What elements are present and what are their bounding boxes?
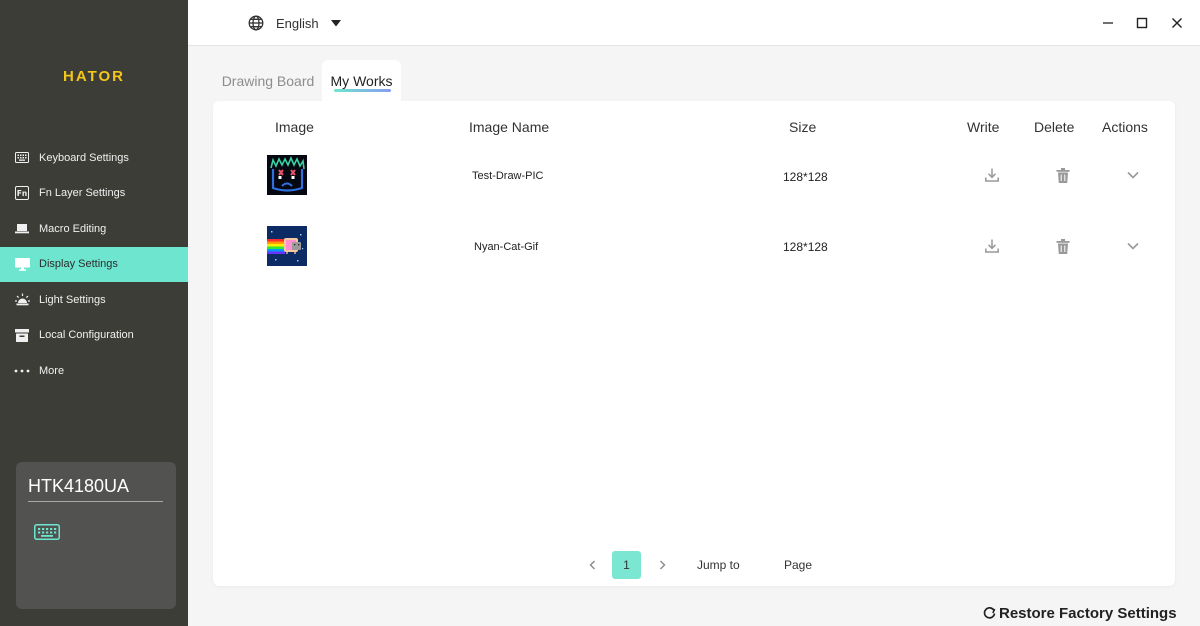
brand-logo: HATOR	[63, 68, 125, 85]
restore-factory-settings-button[interactable]: Restore Factory Settings	[983, 605, 1177, 622]
header-actions: Actions	[1102, 119, 1148, 135]
keyboard-icon	[14, 150, 30, 166]
monitor-icon	[14, 256, 30, 272]
sidebar-item-local-configuration[interactable]: Local Configuration	[0, 318, 188, 354]
sidebar-item-fn-layer-settings[interactable]: Fn Fn Layer Settings	[0, 176, 188, 212]
header-size: Size	[789, 119, 817, 135]
table-row: Test-Draw-PIC 128*128	[213, 141, 1175, 211]
light-icon	[14, 292, 30, 308]
minimize-icon[interactable]	[1100, 15, 1116, 31]
refresh-icon	[983, 607, 996, 620]
archive-icon	[14, 327, 30, 343]
jump-to-label: Jump to	[697, 558, 740, 572]
image-size: 128*128	[783, 240, 828, 254]
next-page-icon[interactable]	[652, 551, 672, 579]
header-image: Image	[275, 119, 314, 135]
image-name: Nyan-Cat-Gif	[474, 241, 539, 253]
fn-icon: Fn	[14, 185, 30, 201]
header-image-name: Image Name	[469, 119, 550, 135]
tab-label: Drawing Board	[221, 73, 315, 89]
sidebar-item-more[interactable]: More	[0, 353, 188, 389]
sidebar-nav: Keyboard Settings Fn Fn Layer Settings M…	[0, 140, 188, 389]
trash-icon[interactable]	[1053, 236, 1073, 256]
globe-icon	[248, 15, 264, 31]
chevron-down-icon[interactable]	[1123, 236, 1143, 256]
keyboard-icon	[34, 524, 60, 545]
language-selector[interactable]: English	[248, 15, 341, 31]
sidebar-item-macro-editing[interactable]: Macro Editing	[0, 211, 188, 247]
sidebar-item-label: Fn Layer Settings	[39, 187, 126, 200]
sidebar-item-label: Macro Editing	[39, 222, 107, 235]
sidebar-item-light-settings[interactable]: Light Settings	[0, 282, 188, 318]
active-tab-indicator	[334, 89, 391, 92]
works-table: Image Image Name Size Write Delete Actio…	[213, 101, 1175, 586]
more-icon	[14, 363, 30, 379]
prev-page-icon[interactable]	[582, 551, 602, 579]
image-size: 128*128	[783, 170, 828, 184]
restore-label: Restore Factory Settings	[999, 605, 1177, 622]
caret-down-icon	[330, 19, 341, 27]
sidebar-item-label: More	[39, 364, 65, 377]
laptop-icon	[14, 221, 30, 237]
header-delete: Delete	[1034, 119, 1075, 135]
image-name: Test-Draw-PIC	[472, 170, 544, 182]
close-icon[interactable]	[1169, 15, 1185, 31]
chevron-down-icon[interactable]	[1123, 165, 1143, 185]
tab-my-works[interactable]: My Works	[322, 60, 401, 102]
device-name: HTK4180UA	[28, 476, 163, 502]
thumbnail-face-drawing	[267, 155, 307, 195]
device-card[interactable]: HTK4180UA	[16, 462, 176, 609]
language-label: English	[276, 15, 319, 31]
tab-label: My Works	[330, 73, 393, 89]
sidebar-item-display-settings[interactable]: Display Settings	[0, 246, 188, 282]
table-row: Nyan-Cat-Gif 128*128	[213, 211, 1175, 281]
tab-drawing-board[interactable]: Drawing Board	[216, 60, 320, 102]
page-label: Page	[784, 558, 813, 572]
sidebar-item-label: Light Settings	[39, 293, 106, 306]
page-number-button[interactable]: 1	[612, 551, 641, 579]
download-icon[interactable]	[982, 236, 1002, 256]
thumbnail-nyan-cat	[267, 226, 307, 266]
sidebar: HATOR Keyboard Settings Fn Fn Layer Sett…	[0, 0, 188, 626]
maximize-icon[interactable]	[1134, 15, 1150, 31]
download-icon[interactable]	[982, 165, 1002, 185]
sidebar-item-keyboard-settings[interactable]: Keyboard Settings	[0, 140, 188, 176]
svg-text:Fn: Fn	[17, 189, 27, 198]
trash-icon[interactable]	[1053, 165, 1073, 185]
sidebar-item-label: Keyboard Settings	[39, 151, 129, 164]
sidebar-item-label: Display Settings	[39, 258, 118, 271]
sidebar-item-label: Local Configuration	[39, 329, 134, 342]
header-write: Write	[967, 119, 1000, 135]
top-bar: English	[188, 0, 1200, 46]
